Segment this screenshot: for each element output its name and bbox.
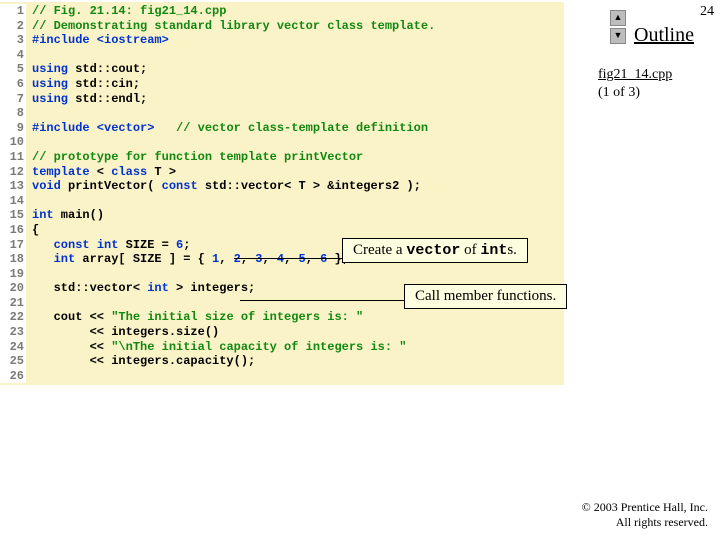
nav-down-button[interactable]: ▼ <box>610 28 626 44</box>
callout-member-functions: Call member functions. <box>404 284 567 309</box>
line-number: 13 <box>0 179 26 194</box>
line-number: 19 <box>0 267 26 282</box>
line-number: 7 <box>0 92 26 107</box>
line-number: 25 <box>0 354 26 369</box>
code-line: 6using std::cin; <box>0 77 560 92</box>
line-number: 23 <box>0 325 26 340</box>
line-number: 10 <box>0 135 26 150</box>
code-line: 5using std::cout; <box>0 62 560 77</box>
line-number: 5 <box>0 62 26 77</box>
code-line: 2// Demonstrating standard library vecto… <box>0 19 560 34</box>
line-number: 6 <box>0 77 26 92</box>
line-number: 22 <box>0 310 26 325</box>
code-line: 10 <box>0 135 560 150</box>
code-line: 24 << "\nThe initial capacity of integer… <box>0 340 560 355</box>
code-line: 4 <box>0 48 560 63</box>
line-number: 14 <box>0 194 26 209</box>
line-number: 1 <box>0 4 26 19</box>
code-line: 22 cout << "The initial size of integers… <box>0 310 560 325</box>
code-line: 13void printVector( const std::vector< T… <box>0 179 560 194</box>
file-info: fig21_14.cpp (1 of 3) <box>598 66 708 102</box>
code-line: 12template < class T > <box>0 165 560 180</box>
code-line: 19 <box>0 267 560 282</box>
code-line: 7using std::endl; <box>0 92 560 107</box>
line-number: 11 <box>0 150 26 165</box>
line-number: 18 <box>0 252 26 267</box>
page-number: 24 <box>700 4 714 20</box>
code-line: 14 <box>0 194 560 209</box>
code-line: 3#include <iostream> <box>0 33 560 48</box>
line-number: 16 <box>0 223 26 238</box>
line-number: 9 <box>0 121 26 136</box>
nav-up-button[interactable]: ▲ <box>610 10 626 26</box>
line-number: 2 <box>0 19 26 34</box>
code-line: 15int main() <box>0 208 560 223</box>
line-number: 17 <box>0 238 26 253</box>
code-line: 25 << integers.capacity(); <box>0 354 560 369</box>
line-number: 20 <box>0 281 26 296</box>
callout-connector <box>240 300 410 301</box>
line-number: 15 <box>0 208 26 223</box>
code-line: 23 << integers.size() <box>0 325 560 340</box>
line-number: 26 <box>0 369 26 384</box>
line-number: 4 <box>0 48 26 63</box>
code-line: 9#include <vector> // vector class-templ… <box>0 121 560 136</box>
code-line: 8 <box>0 106 560 121</box>
outline-link[interactable]: Outline <box>634 24 694 47</box>
line-number: 21 <box>0 296 26 311</box>
callout-connector <box>234 258 344 259</box>
copyright: © 2003 Prentice Hall, Inc. All rights re… <box>582 500 708 530</box>
file-name: fig21_14.cpp <box>598 67 672 82</box>
line-number: 8 <box>0 106 26 121</box>
code-listing: 1// Fig. 21.14: fig21_14.cpp2// Demonstr… <box>0 2 564 385</box>
line-number: 3 <box>0 33 26 48</box>
code-line: 1// Fig. 21.14: fig21_14.cpp <box>0 4 560 19</box>
callout-create-vector: Create a vector of ints. <box>342 238 528 263</box>
code-line: 16{ <box>0 223 560 238</box>
code-line: 26 <box>0 369 560 384</box>
line-number: 12 <box>0 165 26 180</box>
file-part: (1 of 3) <box>598 85 640 100</box>
code-line: 11// prototype for function template pri… <box>0 150 560 165</box>
line-number: 24 <box>0 340 26 355</box>
